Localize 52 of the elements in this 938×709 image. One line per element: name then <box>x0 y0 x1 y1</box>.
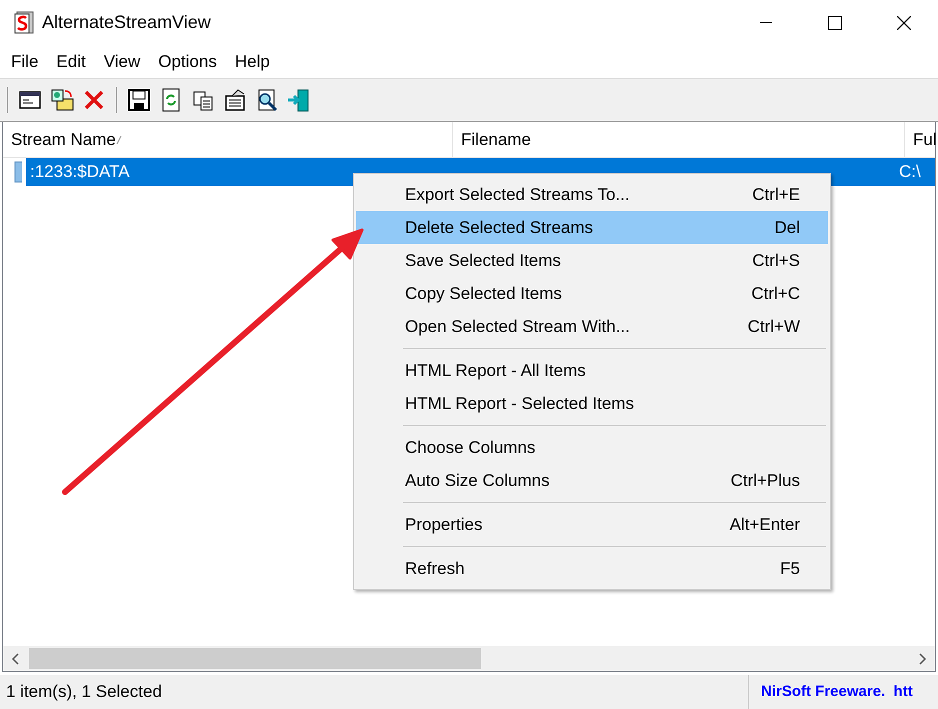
status-text: 1 item(s), 1 Selected <box>5 681 163 704</box>
column-header[interactable]: Ful <box>905 122 938 157</box>
shortcut-text: Ctrl+Plus <box>730 470 800 492</box>
menu-item[interactable]: Properties Alt+Enter <box>356 508 828 541</box>
file-icon <box>14 161 22 183</box>
menu-item-label: Refresh <box>405 558 465 580</box>
shortcut-text: F5 <box>780 558 800 580</box>
save-icon[interactable] <box>126 87 152 113</box>
menu-item[interactable]: View <box>94 46 150 76</box>
app-icon <box>14 10 34 34</box>
table-cell: C:\ <box>895 158 935 186</box>
menu-item-label: Choose Columns <box>405 436 536 459</box>
shortcut-text: Ctrl+C <box>751 282 800 305</box>
folder-icon[interactable] <box>49 87 75 113</box>
menu-item[interactable]: Edit <box>47 46 95 76</box>
scrollbar-thumb[interactable] <box>29 648 481 669</box>
menu-item[interactable]: Choose Columns <box>356 431 828 464</box>
shortcut-text: Del <box>774 216 800 239</box>
column-header[interactable]: Filename <box>453 122 905 157</box>
close-icon <box>896 16 910 30</box>
menu-item[interactable]: Delete Selected Streams Del <box>356 211 828 244</box>
menu-item[interactable]: HTML Report - All Items <box>356 354 828 387</box>
menu-item-label: Properties <box>405 514 482 536</box>
menu-item-label: Copy Selected Items <box>405 282 562 305</box>
menu-item[interactable]: Options <box>149 46 226 76</box>
menu-item[interactable]: Refresh F5 <box>356 552 828 585</box>
shortcut-text: Ctrl+S <box>752 250 800 272</box>
maximize-icon <box>828 16 842 30</box>
menu-item[interactable]: File <box>2 46 48 76</box>
menu-item[interactable]: Open Selected Stream With... Ctrl+W <box>356 310 828 343</box>
menu-item[interactable]: Save Selected Items Ctrl+S <box>356 244 828 277</box>
menu-item-label: Delete Selected Streams <box>405 216 594 239</box>
nirsoft-link[interactable]: NirSoft Freeware. htt <box>748 675 938 709</box>
shortcut-text: Ctrl+E <box>752 184 800 206</box>
menu-item[interactable]: Auto Size Columns Ctrl+Plus <box>356 464 828 497</box>
sort-icon <box>116 136 122 144</box>
shortcut-text: Alt+Enter <box>730 514 800 536</box>
window-title: AlternateStreamView <box>42 11 211 34</box>
menu-item-label: HTML Report - Selected Items <box>405 392 634 415</box>
menu-item-label: HTML Report - All Items <box>405 360 586 382</box>
menu-item[interactable]: Help <box>226 46 279 76</box>
minimize-icon <box>760 22 772 24</box>
menu-item-label: Export Selected Streams To... <box>405 184 630 206</box>
column-header[interactable]: Stream Name <box>3 122 453 157</box>
scroll-right-icon[interactable] <box>917 652 927 664</box>
menu-item-label: Auto Size Columns <box>405 470 550 492</box>
shortcut-text: Ctrl+W <box>748 316 800 338</box>
menu-item[interactable]: HTML Report - Selected Items <box>356 387 828 420</box>
menu-item[interactable]: Copy Selected Items Ctrl+C <box>356 277 828 310</box>
scroll-left-icon[interactable] <box>11 652 21 664</box>
menu-item-label: Save Selected Items <box>405 250 561 272</box>
menu-item-label: Open Selected Stream With... <box>405 316 630 338</box>
